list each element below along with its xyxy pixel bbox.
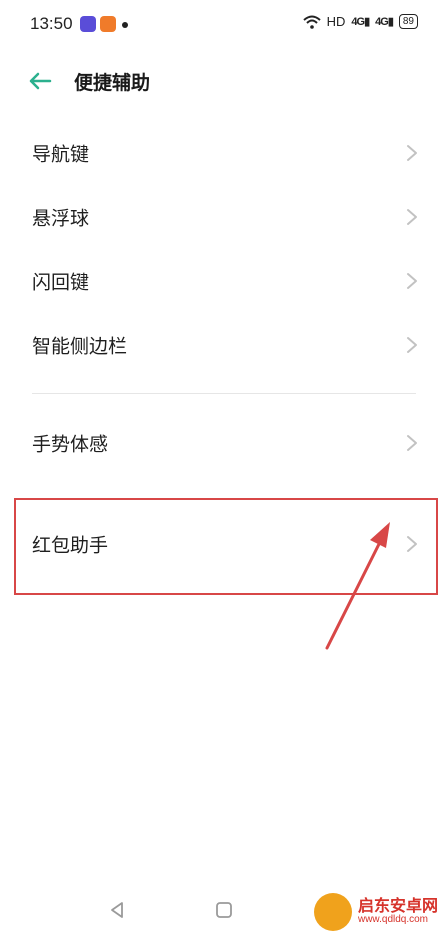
signal-1-label: 4G — [351, 16, 365, 28]
battery-icon: 89 — [398, 14, 418, 29]
chevron-right-icon — [407, 209, 417, 225]
status-bar: 13:50 HD 4G▮ 4G▮ 89 — [0, 0, 448, 52]
hd-indicator: HD — [326, 14, 346, 29]
back-arrow-icon[interactable] — [26, 67, 54, 95]
item-label: 智能侧边栏 — [32, 335, 128, 358]
watermark-site-name: 启东安卓网 — [357, 896, 438, 916]
settings-item-navigation-keys[interactable]: 导航键 — [0, 121, 448, 185]
system-icons: HD 4G▮ 4G▮ 89 — [302, 14, 418, 29]
highlight-box — [14, 498, 438, 595]
notification-app-icon — [80, 16, 96, 32]
signal-1-icon: 4G▮ — [351, 16, 370, 28]
site-watermark: 启东安卓网 www.qdldq.com — [313, 893, 438, 931]
chevron-right-icon — [407, 337, 417, 353]
chevron-right-icon — [407, 435, 417, 451]
section-divider — [32, 393, 416, 394]
item-label: 悬浮球 — [32, 207, 90, 230]
item-label: 导航键 — [32, 143, 90, 166]
page-header: 便捷辅助 — [0, 55, 448, 111]
nav-back-icon[interactable] — [106, 899, 128, 921]
watermark-text: 启东安卓网 www.qdldq.com — [358, 898, 438, 925]
watermark-url: www.qdldq.com — [357, 914, 429, 926]
nav-home-icon[interactable] — [213, 899, 235, 921]
status-time: 13:50 — [30, 14, 73, 33]
watermark-logo-icon — [313, 893, 352, 931]
chevron-right-icon — [407, 273, 417, 289]
item-label: 手势体感 — [32, 433, 109, 456]
page-title: 便捷辅助 — [74, 72, 151, 94]
settings-item-gestures-motions[interactable]: 手势体感 — [0, 411, 448, 475]
battery-level: 89 — [402, 16, 414, 27]
item-label: 闪回键 — [32, 271, 90, 294]
wifi-icon — [302, 15, 321, 29]
notification-app-icon-2 — [100, 16, 116, 32]
more-notifications-dot-icon — [122, 22, 128, 28]
chevron-right-icon — [407, 145, 417, 161]
settings-item-flashback-key[interactable]: 闪回键 — [0, 249, 448, 313]
signal-2-label: 4G — [375, 16, 389, 28]
settings-item-floating-ball[interactable]: 悬浮球 — [0, 185, 448, 249]
settings-item-smart-sidebar[interactable]: 智能侧边栏 — [0, 313, 448, 377]
signal-2-icon: 4G▮ — [375, 16, 394, 28]
